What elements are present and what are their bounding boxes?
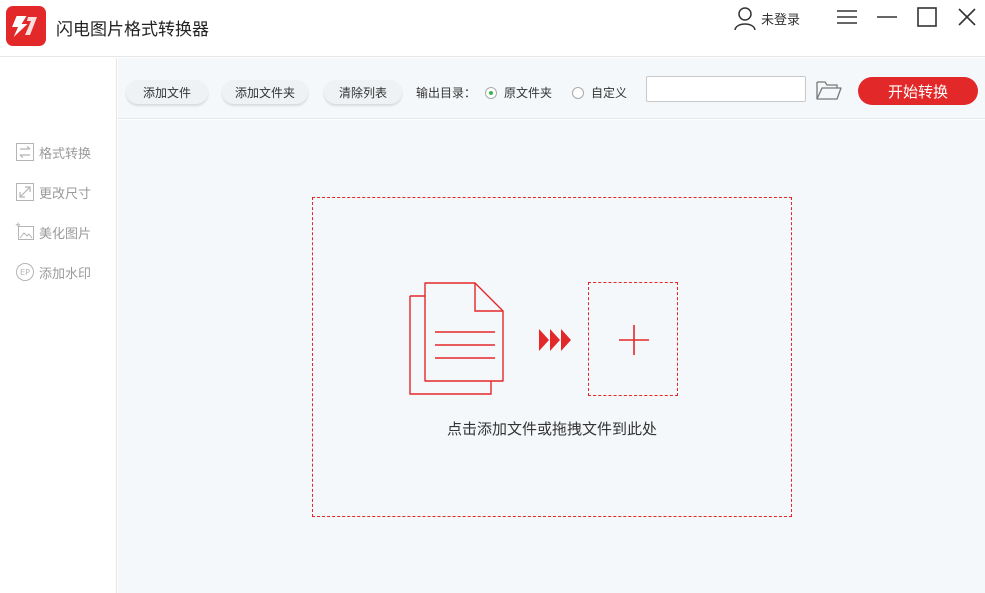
app-logo-icon	[6, 6, 46, 46]
drop-hint-text: 点击添加文件或拖拽文件到此处	[446, 420, 657, 438]
maximize-icon	[917, 7, 937, 27]
login-button[interactable]: 未登录	[732, 4, 800, 32]
sidebar: 格式转换 更改尺寸 美化图片 EP 添加水印	[0, 58, 117, 593]
sidebar-item-label: 美化图片	[39, 226, 92, 242]
minimize-button[interactable]	[874, 4, 900, 30]
documents-icon	[409, 282, 504, 395]
open-folder-icon[interactable]	[815, 78, 843, 102]
watermark-icon: EP	[16, 263, 34, 281]
hamburger-menu-icon	[837, 10, 857, 24]
clear-list-button[interactable]: 清除列表	[324, 80, 402, 104]
radio-original-label: 原文件夹	[504, 86, 553, 100]
minimize-icon	[877, 16, 897, 18]
maximize-button[interactable]	[914, 4, 940, 30]
radio-unchecked-icon	[572, 86, 584, 99]
sidebar-item-label: 格式转换	[39, 146, 92, 162]
output-path-input[interactable]	[646, 76, 806, 102]
add-file-button[interactable]: 添加文件	[126, 80, 208, 104]
toolbar: 添加文件 添加文件夹 清除列表 输出目录： 原文件夹 自定义 开始转换	[118, 58, 985, 119]
resize-icon	[16, 183, 34, 201]
title-bar: 闪电图片格式转换器 未登录	[0, 0, 985, 57]
user-icon	[734, 7, 756, 31]
radio-checked-icon	[485, 86, 497, 99]
swap-arrows-icon	[16, 143, 34, 161]
svg-text:EP: EP	[20, 268, 30, 277]
login-status-label: 未登录	[761, 12, 801, 28]
radio-original-folder[interactable]: 原文件夹	[485, 84, 552, 101]
sidebar-item-beautify[interactable]: 美化图片	[15, 221, 91, 243]
close-icon	[958, 8, 976, 26]
plus-icon	[619, 325, 649, 355]
sidebar-item-format-convert[interactable]: 格式转换	[15, 141, 91, 163]
radio-custom-label: 自定义	[591, 86, 628, 100]
start-convert-button[interactable]: 开始转换	[858, 77, 978, 105]
image-beautify-icon	[15, 222, 34, 240]
triple-arrow-right-icon	[539, 329, 571, 351]
file-drop-zone[interactable]: 点击添加文件或拖拽文件到此处	[312, 197, 792, 517]
close-button[interactable]	[954, 4, 980, 30]
radio-custom-folder[interactable]: 自定义	[572, 84, 627, 101]
sidebar-item-resize[interactable]: 更改尺寸	[15, 181, 91, 203]
add-folder-button[interactable]: 添加文件夹	[222, 80, 308, 104]
app-title: 闪电图片格式转换器	[56, 20, 209, 40]
sidebar-item-label: 更改尺寸	[39, 186, 92, 202]
output-dir-label: 输出目录：	[416, 86, 477, 100]
sidebar-item-label: 添加水印	[39, 266, 92, 282]
sidebar-item-watermark[interactable]: EP 添加水印	[15, 261, 91, 283]
add-file-box[interactable]	[588, 282, 678, 396]
main-area: 点击添加文件或拖拽文件到此处	[118, 120, 985, 593]
menu-button[interactable]	[834, 4, 860, 30]
